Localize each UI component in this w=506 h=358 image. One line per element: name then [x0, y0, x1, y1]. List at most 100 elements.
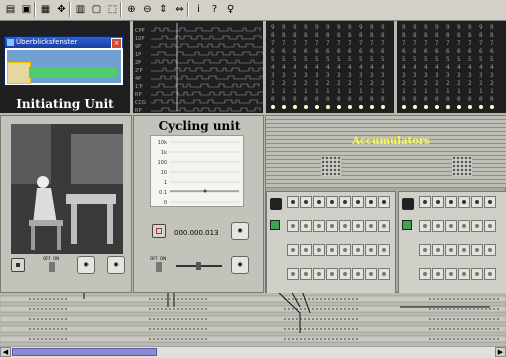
- overview-minimap[interactable]: [7, 50, 121, 84]
- accumulator-switch[interactable]: [445, 268, 457, 280]
- overview-window[interactable]: Überblicksfenster ×: [4, 36, 124, 86]
- accumulator-switch[interactable]: [432, 244, 444, 256]
- accumulator-switch[interactable]: [300, 220, 312, 232]
- initiating-selector-2[interactable]: ◉: [107, 256, 125, 274]
- accumulator-switch[interactable]: [326, 244, 338, 256]
- accumulator-switch[interactable]: [484, 220, 496, 232]
- accumulator-switch[interactable]: [445, 196, 457, 208]
- accumulator-switch[interactable]: [471, 220, 483, 232]
- help-button[interactable]: ?: [207, 2, 222, 17]
- accumulator-switch[interactable]: [313, 244, 325, 256]
- accumulator-switch[interactable]: [484, 244, 496, 256]
- accumulator-switch[interactable]: [287, 244, 299, 256]
- accumulator-switch[interactable]: [419, 196, 431, 208]
- accumulator-switch[interactable]: [339, 196, 351, 208]
- accumulator-switch[interactable]: [471, 244, 483, 256]
- accumulator-switch[interactable]: [339, 220, 351, 232]
- bus-terminal: [292, 298, 294, 300]
- accumulator-switch[interactable]: [365, 268, 377, 280]
- initiate-button[interactable]: [11, 258, 25, 272]
- scope-label: 1P: [135, 52, 141, 58]
- accumulator-switch[interactable]: [365, 196, 377, 208]
- accumulator-switch[interactable]: [365, 244, 377, 256]
- accumulator-unit-1[interactable]: [266, 191, 396, 294]
- accumulator-switch[interactable]: [458, 268, 470, 280]
- accumulator-switch[interactable]: [445, 244, 457, 256]
- accumulator-switch[interactable]: [432, 268, 444, 280]
- open-button[interactable]: ▤: [3, 2, 18, 17]
- accumulator-jack[interactable]: [402, 198, 414, 210]
- accumulator-switch[interactable]: [365, 220, 377, 232]
- cycling-rate-selector[interactable]: ◉: [231, 256, 249, 274]
- scroll-thumb[interactable]: [12, 348, 157, 356]
- cycling-mode-selector[interactable]: ◉: [231, 222, 249, 240]
- initiating-selector-1[interactable]: ◉: [77, 256, 95, 274]
- close-button[interactable]: ×: [111, 38, 122, 49]
- accumulator-switch[interactable]: [378, 268, 390, 280]
- digit-cell: 3: [359, 72, 363, 79]
- power-switch[interactable]: OFF ON: [43, 256, 61, 276]
- bus-terminal: [445, 328, 447, 330]
- move-button[interactable]: ✥: [54, 2, 69, 17]
- accumulator-switch[interactable]: [313, 268, 325, 280]
- accumulator-switch[interactable]: [419, 244, 431, 256]
- accumulator-switch[interactable]: [352, 244, 364, 256]
- fit-width-button[interactable]: ⇔: [172, 2, 187, 17]
- accumulator-switch[interactable]: [339, 268, 351, 280]
- cycling-slider[interactable]: [176, 262, 222, 270]
- accumulator-switch[interactable]: [378, 220, 390, 232]
- copy-button[interactable]: ▢: [89, 2, 104, 17]
- accumulator-switch[interactable]: [339, 244, 351, 256]
- save-button[interactable]: ▣: [19, 2, 34, 17]
- accumulator-switch[interactable]: [458, 196, 470, 208]
- accumulator-switch[interactable]: [484, 268, 496, 280]
- info-button[interactable]: ⅰ: [191, 2, 206, 17]
- accumulator-switch[interactable]: [458, 244, 470, 256]
- accumulator-switch[interactable]: [458, 220, 470, 232]
- switch-knob-icon: [369, 200, 373, 204]
- cycling-switch[interactable]: OFF ON: [150, 256, 168, 276]
- accumulator-switch[interactable]: [326, 268, 338, 280]
- overview-titlebar[interactable]: Überblicksfenster ×: [5, 37, 123, 49]
- grid-button[interactable]: ▦: [38, 2, 53, 17]
- accumulator-switch[interactable]: [326, 220, 338, 232]
- scroll-left-arrow[interactable]: ◀: [0, 347, 11, 357]
- accumulator-switch[interactable]: [352, 268, 364, 280]
- accumulator-switch[interactable]: [445, 220, 457, 232]
- horizontal-scrollbar[interactable]: ◀ ▶: [0, 346, 506, 358]
- accumulator-switch[interactable]: [300, 196, 312, 208]
- accumulator-switch[interactable]: [419, 220, 431, 232]
- scroll-right-arrow[interactable]: ▶: [495, 347, 506, 357]
- accumulator-switch[interactable]: [313, 220, 325, 232]
- accumulator-switch[interactable]: [432, 220, 444, 232]
- zoom-in-button[interactable]: ⊕: [124, 2, 139, 17]
- pointer-button[interactable]: ⬚: [105, 2, 120, 17]
- accumulator-switch[interactable]: [419, 268, 431, 280]
- accumulator-switch[interactable]: [471, 196, 483, 208]
- accumulator-switch[interactable]: [471, 268, 483, 280]
- fit-height-button[interactable]: ⇕: [156, 2, 171, 17]
- accumulator-switch[interactable]: [287, 196, 299, 208]
- accumulator-switch[interactable]: [352, 220, 364, 232]
- accumulator-switch[interactable]: [287, 268, 299, 280]
- cycling-step-button[interactable]: [152, 224, 166, 238]
- bus-terminal: [205, 298, 207, 300]
- digit-cell: 0: [348, 96, 352, 103]
- bulb-button[interactable]: ♀: [223, 2, 238, 17]
- accumulator-jack[interactable]: [270, 198, 282, 210]
- accumulator-switch[interactable]: [352, 196, 364, 208]
- slider-thumb[interactable]: [196, 262, 201, 270]
- zoom-out-button[interactable]: ⊖: [140, 2, 155, 17]
- accumulator-switch[interactable]: [313, 196, 325, 208]
- accumulator-switch[interactable]: [432, 196, 444, 208]
- accumulator-switch[interactable]: [484, 196, 496, 208]
- accumulator-switch[interactable]: [326, 196, 338, 208]
- accumulator-switch[interactable]: [287, 220, 299, 232]
- accumulator-switch[interactable]: [378, 244, 390, 256]
- library-button[interactable]: ▥: [73, 2, 88, 17]
- accumulator-unit-2[interactable]: [398, 191, 506, 294]
- accumulator-switch[interactable]: [300, 244, 312, 256]
- accumulator-switch[interactable]: [300, 268, 312, 280]
- digit-cell: 2: [457, 80, 461, 87]
- accumulator-switch[interactable]: [378, 196, 390, 208]
